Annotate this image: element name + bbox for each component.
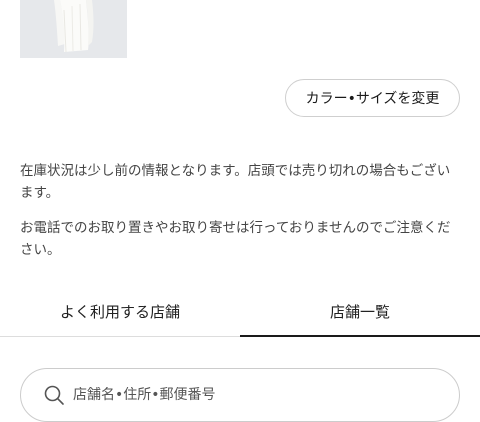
tab-frequent-stores[interactable]: よく利用する店舗 xyxy=(0,287,240,337)
product-image xyxy=(54,0,94,53)
product-thumbnail xyxy=(20,0,127,58)
reservation-notice: お電話でのお取り置きやお取り寄せは行っておりませんのでご注意ください。 xyxy=(20,220,451,258)
stock-notice: 在庫状況は少し前の情報となります。店頭では売り切れの場合もございます。 xyxy=(20,163,451,201)
store-tabs: よく利用する店舗 店舗一覧 xyxy=(0,287,480,337)
search-icon xyxy=(44,385,64,405)
change-color-size-button[interactable]: カラー•サイズを変更 xyxy=(285,79,460,117)
store-search-input[interactable] xyxy=(73,387,413,403)
tab-store-list[interactable]: 店舗一覧 xyxy=(240,287,480,337)
store-search-box[interactable] xyxy=(20,368,460,422)
